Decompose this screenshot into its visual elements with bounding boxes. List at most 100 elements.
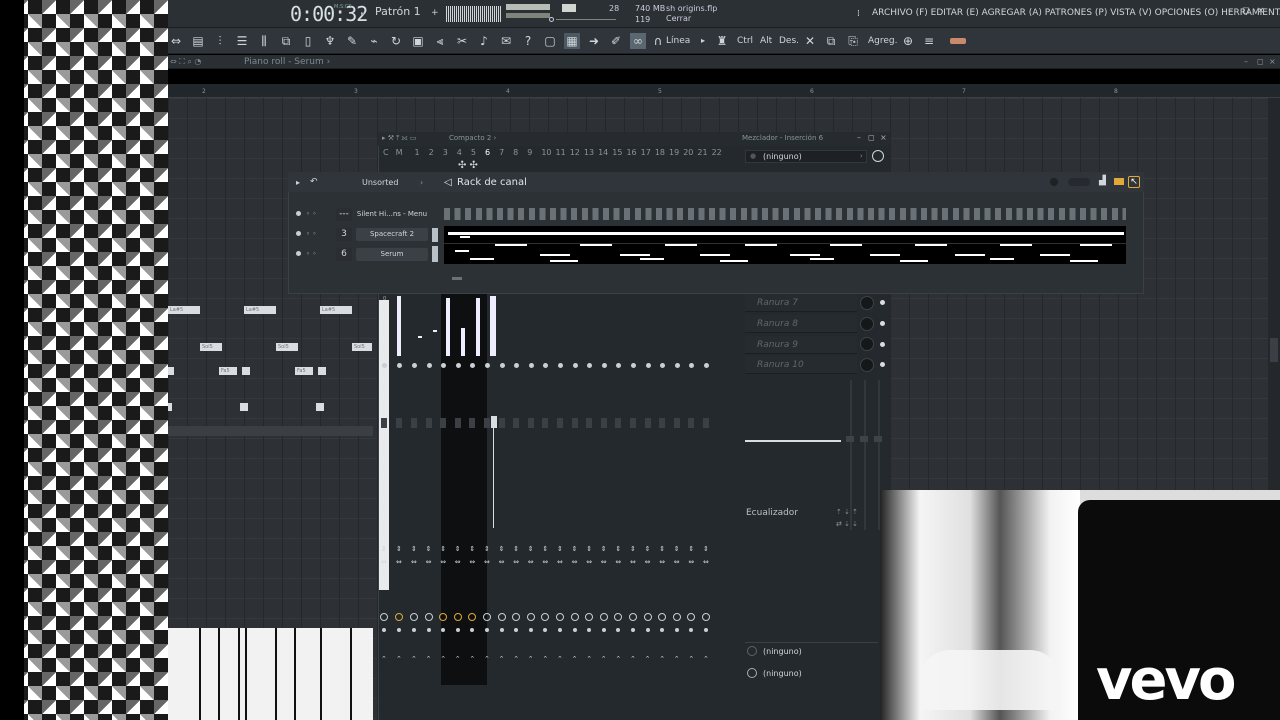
stereo-arrows-icon[interactable]: ⇕ — [586, 545, 592, 553]
piano-roll-title[interactable]: Piano roll - Serum › — [244, 57, 330, 67]
step-mode-icon[interactable] — [1114, 178, 1124, 185]
channel-mute-led[interactable] — [296, 251, 301, 256]
keyboard-icon[interactable]: ▦ — [564, 33, 580, 49]
insert-led[interactable] — [631, 363, 636, 368]
plugin-icon[interactable]: ⧉ — [278, 33, 294, 49]
send-arrow-icon[interactable]: ⌃ — [601, 655, 607, 663]
slot-enable-led[interactable] — [880, 321, 885, 326]
new-file-icon[interactable]: ▯ — [300, 33, 316, 49]
pan-arrows-icon[interactable]: ⇔ — [674, 558, 680, 566]
send-arrow-icon[interactable]: ⌃ — [615, 655, 621, 663]
comment-icon[interactable]: ✉ — [498, 33, 514, 49]
minimize-button[interactable]: – — [1228, 6, 1233, 16]
insert-label[interactable]: 5 — [471, 148, 476, 157]
effect-slot[interactable]: Ranura 8 — [745, 315, 857, 333]
pan-arrows-icon[interactable]: ⇔ — [469, 558, 475, 566]
rack-swing-slider[interactable] — [1068, 178, 1090, 186]
insert-fader[interactable] — [571, 418, 578, 428]
route-led[interactable] — [645, 628, 650, 632]
pan-arrows-icon[interactable]: ⇔ — [630, 558, 636, 566]
insert-fader[interactable] — [381, 418, 387, 428]
slot-enable-led[interactable] — [880, 342, 885, 347]
channel-mute-led[interactable] — [296, 211, 301, 216]
insert-label[interactable]: 22 — [712, 148, 722, 157]
channel-mute-led[interactable] — [296, 231, 301, 236]
insert-fader[interactable] — [557, 418, 563, 428]
effect-slot[interactable]: Ranura 9 — [745, 336, 857, 354]
route-led[interactable] — [426, 628, 431, 632]
insert-fader[interactable] — [411, 418, 417, 428]
piano-roll-maximize[interactable]: ◻ — [1257, 57, 1264, 66]
insert-fader[interactable] — [396, 418, 402, 428]
play-small-icon[interactable]: ▸ — [695, 33, 711, 49]
eq-band-toggle-icons[interactable]: ⇄ ⇣ ⇣ — [836, 520, 858, 528]
insert-fader[interactable] — [484, 418, 490, 428]
stereo-arrows-icon[interactable]: ⇕ — [542, 545, 548, 553]
insert-fader[interactable] — [454, 418, 461, 428]
cut-icon[interactable]: ✂ — [454, 33, 470, 49]
effect-slot[interactable]: Ranura 10 — [745, 356, 857, 374]
channel-mixer-track[interactable]: 6 — [336, 248, 352, 261]
stereo-arrows-icon[interactable]: ⇕ — [557, 545, 563, 553]
stereo-arrows-icon[interactable]: ⇕ — [659, 545, 665, 553]
piano-roll-minimize[interactable]: – — [1244, 57, 1248, 66]
send-arrow-icon[interactable]: ⌃ — [659, 655, 665, 663]
mixer-tool-icons[interactable]: ▸ ⚒ ⤒ ⟗ ▭ — [382, 134, 417, 143]
insert-fader[interactable] — [615, 418, 622, 428]
insert-label[interactable]: 2 — [429, 148, 434, 157]
insert-led[interactable] — [645, 363, 651, 368]
stereo-arrows-icon[interactable]: ⇕ — [499, 545, 505, 553]
send-arrow-icon[interactable]: ⌃ — [674, 655, 680, 663]
insert-label[interactable]: 13 — [584, 148, 594, 157]
add-insert-icon[interactable]: ✣ ✣ — [458, 160, 478, 171]
velocity-divider[interactable] — [168, 426, 373, 436]
channel-name-button[interactable]: Spacecraft 2 — [356, 228, 428, 241]
pan-arrows-icon[interactable]: ⇔ — [703, 558, 709, 566]
channel-name-button[interactable]: Serum — [356, 248, 428, 261]
pan-arrows-icon[interactable]: ⇔ — [426, 558, 432, 566]
note-block[interactable]: Fa5 — [295, 367, 313, 375]
route-ring-icon[interactable] — [410, 613, 418, 621]
route-ring-icon[interactable] — [672, 613, 681, 621]
song-time[interactable]: 0:00:32 — [290, 2, 368, 26]
stereo-arrows-icon[interactable]: ⇕ — [455, 545, 461, 553]
channel-name-button[interactable]: Silent Hi...ns - Menu — [356, 208, 428, 221]
insert-led[interactable] — [382, 363, 387, 368]
pitch-knob-icon[interactable] — [549, 17, 554, 22]
send-arrow-icon[interactable]: ⌃ — [645, 655, 651, 663]
mixer-view-mode[interactable]: Compacto 2 › — [449, 134, 496, 142]
insert-label[interactable]: 10 — [541, 148, 551, 157]
pattern-selector[interactable]: Patrón 1 — [375, 5, 421, 18]
stereo-arrows-icon[interactable]: ⇕ — [703, 545, 709, 553]
insert-fader[interactable] — [630, 418, 636, 428]
mix-level-icon[interactable] — [872, 150, 884, 162]
pan-arrows-icon[interactable]: ⇔ — [601, 558, 607, 566]
save-icon[interactable]: ▣ — [410, 33, 426, 49]
insert-label[interactable]: 12 — [570, 148, 580, 157]
channel-mixer-track[interactable]: --- — [336, 208, 352, 221]
pan-arrows-icon[interactable]: ⇔ — [645, 558, 651, 566]
insert-led[interactable] — [601, 363, 607, 368]
route-ring-icon[interactable] — [643, 613, 652, 621]
add-label[interactable]: Agreg. — [868, 36, 897, 46]
insert-fader[interactable] — [542, 418, 549, 428]
effect-slot[interactable]: Ranura 7 — [745, 294, 857, 312]
pen-icon[interactable]: ✐ — [608, 33, 624, 49]
route-led[interactable] — [382, 628, 386, 632]
note-block[interactable]: La#5 — [320, 306, 352, 314]
send-arrow-icon[interactable]: ⌃ — [542, 655, 548, 663]
slot-mix-knob[interactable] — [860, 317, 874, 331]
undo-icon[interactable]: ↶ — [310, 177, 318, 187]
route-ring-icon[interactable] — [570, 613, 579, 621]
route-ring-icon[interactable] — [629, 613, 637, 621]
help-icon[interactable]: ? — [520, 33, 536, 49]
close-button[interactable]: × — [1257, 6, 1265, 16]
insert-fader[interactable] — [586, 418, 593, 428]
insert-label[interactable]: 20 — [683, 148, 693, 157]
route-ring-icon[interactable] — [483, 613, 491, 621]
send-arrow-icon[interactable]: ⌃ — [411, 655, 417, 663]
color-swatch-icon[interactable] — [950, 38, 966, 44]
insert-fader[interactable] — [498, 418, 505, 428]
pan-arrows-icon[interactable]: ⇔ — [411, 558, 417, 566]
mixer-maximize[interactable]: ◻ — [868, 133, 875, 142]
